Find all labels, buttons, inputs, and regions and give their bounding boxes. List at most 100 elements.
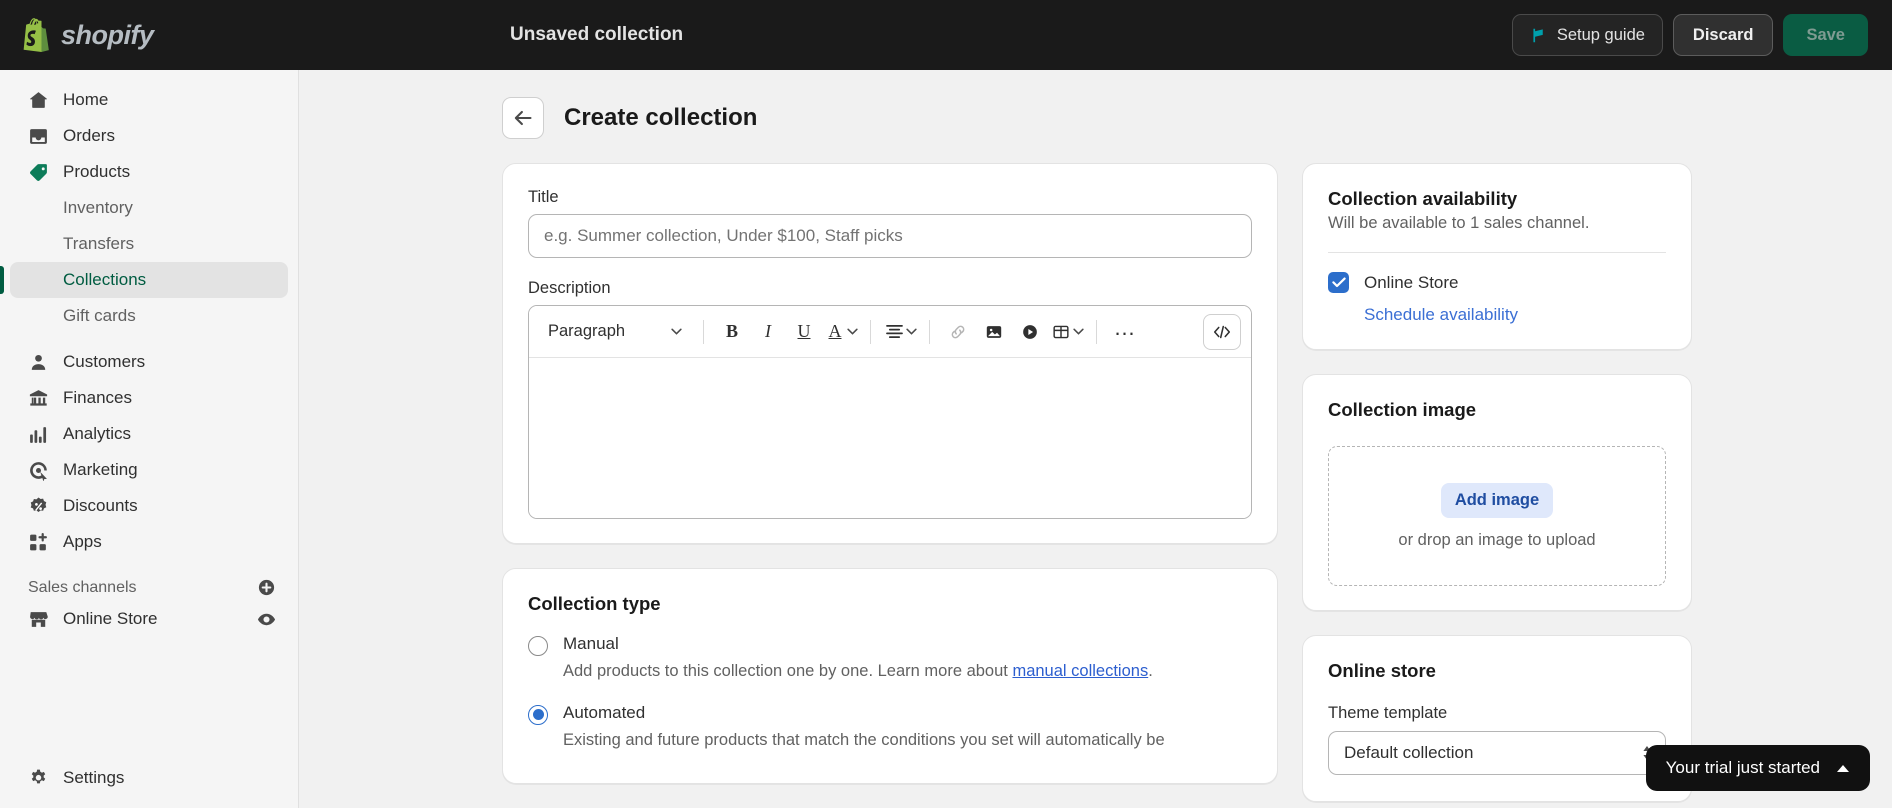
trial-banner-label: Your trial just started bbox=[1665, 758, 1820, 777]
manual-description: Add products to this collection one by o… bbox=[563, 660, 1153, 684]
setup-guide-label: Setup guide bbox=[1556, 25, 1645, 44]
availability-subtext: Will be available to 1 sales channel. bbox=[1328, 214, 1590, 232]
manual-collections-link[interactable]: manual collections bbox=[1012, 662, 1148, 680]
sidebar-item-label: Analytics bbox=[63, 424, 132, 443]
theme-template-select[interactable]: Default collection bbox=[1328, 731, 1666, 775]
italic-button[interactable]: I bbox=[752, 316, 784, 348]
text-color-button[interactable]: A bbox=[824, 316, 858, 348]
sidebar-item-orders[interactable]: Orders bbox=[10, 118, 288, 154]
sales-channels-label: Sales channels bbox=[28, 578, 137, 596]
sidebar-item-label: Settings bbox=[63, 768, 125, 787]
products-tag-icon bbox=[30, 163, 47, 181]
flag-icon bbox=[1533, 28, 1543, 42]
collection-image-card: Collection image Add image or drop an im… bbox=[1302, 374, 1692, 611]
sales-channels-section-header: Sales channels bbox=[28, 578, 276, 597]
collection-image-heading: Collection image bbox=[1328, 399, 1477, 420]
page-header: Create collection bbox=[502, 97, 1892, 139]
apps-grid-icon bbox=[30, 532, 47, 550]
more-options-button[interactable]: … bbox=[1109, 316, 1141, 348]
layout-columns: Title Description Paragraph B I bbox=[502, 163, 1892, 808]
code-brackets-icon bbox=[1213, 325, 1231, 338]
page-title: Create collection bbox=[564, 104, 758, 131]
sidebar-item-settings[interactable]: Settings bbox=[10, 760, 288, 796]
online-store-channel-row[interactable]: Online Store bbox=[1328, 272, 1666, 293]
align-button[interactable] bbox=[883, 316, 917, 348]
sidebar-item-label: Customers bbox=[63, 352, 146, 371]
link-icon bbox=[951, 325, 965, 338]
discard-label: Discard bbox=[1692, 25, 1754, 44]
collection-details-card: Title Description Paragraph B I bbox=[502, 163, 1278, 544]
automated-radio[interactable] bbox=[528, 704, 548, 725]
video-button[interactable] bbox=[1014, 316, 1046, 348]
editor-toolbar: Paragraph B I U A … bbox=[529, 306, 1251, 358]
back-button[interactable] bbox=[502, 97, 544, 139]
bold-button[interactable]: B bbox=[716, 316, 748, 348]
table-icon bbox=[1050, 316, 1072, 348]
primary-column: Title Description Paragraph B I bbox=[502, 163, 1278, 808]
html-code-button[interactable] bbox=[1203, 313, 1241, 350]
toolbar-divider bbox=[870, 319, 871, 344]
block-format-select[interactable]: Paragraph bbox=[539, 315, 691, 349]
schedule-availability-link[interactable]: Schedule availability bbox=[1364, 305, 1518, 325]
image-button[interactable] bbox=[978, 316, 1010, 348]
discount-percent-icon bbox=[30, 496, 47, 512]
underline-button[interactable]: U bbox=[788, 316, 820, 348]
trial-banner[interactable]: Your trial just started bbox=[1645, 745, 1870, 791]
sidebar-item-marketing[interactable]: Marketing bbox=[10, 452, 288, 488]
toolbar-divider bbox=[929, 319, 930, 344]
sidebar-item-transfers[interactable]: Transfers bbox=[10, 226, 288, 262]
sidebar-item-gift-cards[interactable]: Gift cards bbox=[10, 298, 288, 334]
image-dropzone[interactable]: Add image or drop an image to upload bbox=[1328, 446, 1666, 586]
availability-heading: Collection availability bbox=[1328, 188, 1518, 209]
title-input[interactable] bbox=[528, 214, 1252, 258]
sidebar-item-label: Orders bbox=[63, 126, 115, 145]
title-field-label: Title bbox=[528, 188, 559, 206]
brand-name: shopify bbox=[61, 19, 154, 50]
setup-guide-button[interactable]: Setup guide bbox=[1511, 14, 1663, 56]
sidebar-item-inventory[interactable]: Inventory bbox=[10, 190, 288, 226]
link-button[interactable] bbox=[942, 316, 974, 348]
shopify-bag-icon bbox=[23, 18, 49, 52]
shopify-logo[interactable]: shopify bbox=[22, 18, 154, 52]
preview-eye-icon[interactable] bbox=[257, 610, 276, 629]
bar-chart-icon bbox=[30, 426, 47, 443]
chevron-down-icon bbox=[1073, 328, 1084, 335]
arrow-left-icon bbox=[514, 110, 532, 126]
collection-type-heading: Collection type bbox=[528, 593, 661, 614]
automated-description: Existing and future products that match … bbox=[563, 730, 1165, 749]
sidebar-item-label: Marketing bbox=[63, 460, 138, 479]
secondary-column: Collection availability Will be availabl… bbox=[1302, 163, 1692, 808]
chevron-down-icon bbox=[906, 328, 917, 335]
align-icon bbox=[883, 316, 905, 348]
description-editor: Paragraph B I U A … bbox=[528, 305, 1252, 519]
sidebar-item-analytics[interactable]: Analytics bbox=[10, 416, 288, 452]
description-textarea[interactable] bbox=[529, 358, 1251, 518]
toolbar-divider bbox=[1096, 319, 1097, 344]
sidebar-item-collections[interactable]: Collections bbox=[0, 262, 288, 298]
sidebar-item-discounts[interactable]: Discounts bbox=[10, 488, 288, 524]
sidebar-item-online-store[interactable]: Online Store bbox=[10, 601, 288, 637]
sidebar-item-finances[interactable]: Finances bbox=[10, 380, 288, 416]
add-channel-icon[interactable] bbox=[257, 578, 276, 597]
collection-type-option-manual[interactable]: Manual Add products to this collection o… bbox=[528, 634, 1252, 684]
manual-desc-suffix: . bbox=[1148, 662, 1153, 680]
orders-icon bbox=[30, 128, 47, 144]
table-button[interactable] bbox=[1050, 316, 1084, 348]
theme-template-value: Default collection bbox=[1344, 743, 1474, 762]
sidebar-item-label: Finances bbox=[63, 388, 132, 407]
sidebar-item-apps[interactable]: Apps bbox=[10, 524, 288, 560]
sidebar-item-home[interactable]: Home bbox=[10, 82, 288, 118]
online-store-checkbox[interactable] bbox=[1328, 272, 1349, 293]
save-button[interactable]: Save bbox=[1783, 14, 1868, 56]
automated-label: Automated bbox=[563, 702, 646, 722]
theme-template-label: Theme template bbox=[1328, 704, 1448, 722]
add-image-button[interactable]: Add image bbox=[1440, 482, 1554, 518]
discard-button[interactable]: Discard bbox=[1672, 14, 1774, 56]
manual-radio[interactable] bbox=[528, 636, 548, 656]
gear-icon bbox=[31, 769, 46, 783]
sidebar-item-products[interactable]: Products bbox=[10, 154, 288, 190]
text-color-glyph: A bbox=[828, 321, 842, 341]
sidebar-item-customers[interactable]: Customers bbox=[10, 344, 288, 380]
caret-up-icon[interactable] bbox=[1836, 764, 1850, 773]
collection-type-option-automated[interactable]: Automated Existing and future products t… bbox=[528, 703, 1252, 753]
